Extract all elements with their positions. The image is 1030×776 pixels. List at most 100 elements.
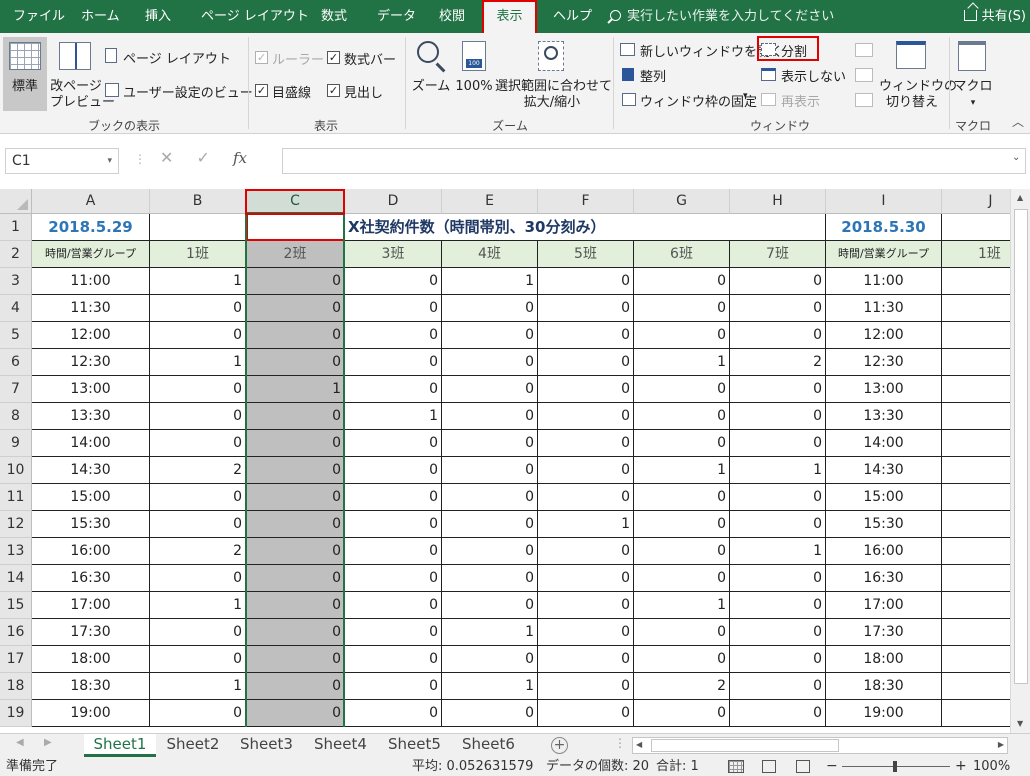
group-header-cell[interactable]: 6班 — [634, 241, 730, 268]
value-cell[interactable]: 0 — [345, 565, 442, 592]
value-cell[interactable]: 0 — [150, 403, 246, 430]
row-header[interactable]: 1 — [0, 214, 32, 241]
value-cell[interactable]: 0 — [345, 268, 442, 295]
row-header[interactable]: 19 — [0, 700, 32, 727]
value-cell[interactable]: 1 — [634, 457, 730, 484]
value-cell[interactable]: 1 — [442, 673, 538, 700]
value-cell[interactable]: 0 — [442, 511, 538, 538]
tab-view[interactable]: 表示 — [482, 0, 537, 33]
value-cell[interactable]: 0 — [246, 430, 345, 457]
value-cell[interactable]: 0 — [150, 565, 246, 592]
tab-insert[interactable]: 挿入 — [145, 0, 171, 33]
gridlines-checkbox[interactable]: ✓ — [255, 84, 268, 97]
page-break-preview-button[interactable]: 改ページ プレビュー — [50, 37, 115, 111]
time-cell[interactable]: 12:30 — [32, 349, 150, 376]
value-cell[interactable]: 0 — [442, 700, 538, 727]
freeze-panes-button[interactable]: ウィンドウ枠の固定 ▾ — [620, 91, 757, 110]
headings-checkbox[interactable]: ✓ — [327, 84, 340, 97]
tab-formulas[interactable]: 数式 — [321, 0, 347, 33]
value-cell[interactable]: 0 — [538, 646, 634, 673]
value-cell[interactable]: 0 — [345, 592, 442, 619]
value-cell[interactable]: 1 — [150, 268, 246, 295]
tab-data[interactable]: データ — [377, 0, 416, 33]
row-header[interactable]: 12 — [0, 511, 32, 538]
new-window-button[interactable]: 新しいウィンドウを開く — [620, 41, 783, 60]
group-header-cell[interactable]: 1班 — [942, 241, 1010, 268]
tab-review[interactable]: 校閲 — [439, 0, 465, 33]
value-cell[interactable] — [942, 349, 1010, 376]
date-cell[interactable]: 2018.5.30 — [826, 214, 942, 241]
value-cell[interactable] — [942, 565, 1010, 592]
zoom-in-icon[interactable]: + — [955, 757, 967, 776]
group-header-cell[interactable]: 1班 — [150, 241, 246, 268]
value-cell[interactable] — [942, 646, 1010, 673]
time-cell[interactable]: 15:30 — [826, 511, 942, 538]
name-box-dropdown-icon[interactable]: ▾ — [107, 149, 112, 173]
time-cell[interactable]: 12:00 — [32, 322, 150, 349]
value-cell[interactable]: 0 — [634, 619, 730, 646]
time-cell[interactable]: 16:30 — [826, 565, 942, 592]
value-cell[interactable] — [942, 295, 1010, 322]
time-cell[interactable]: 14:00 — [826, 430, 942, 457]
value-cell[interactable]: 0 — [730, 565, 826, 592]
header-time-cell[interactable]: 時間/営業グループ — [826, 241, 942, 268]
value-cell[interactable]: 0 — [345, 322, 442, 349]
formula-input[interactable] — [282, 148, 1026, 174]
value-cell[interactable]: 0 — [246, 619, 345, 646]
value-cell[interactable]: 1 — [634, 349, 730, 376]
value-cell[interactable]: 0 — [246, 484, 345, 511]
row-header[interactable]: 4 — [0, 295, 32, 322]
time-cell[interactable]: 17:00 — [826, 592, 942, 619]
value-cell[interactable] — [942, 619, 1010, 646]
value-cell[interactable]: 0 — [345, 619, 442, 646]
time-cell[interactable]: 11:30 — [32, 295, 150, 322]
sheet-tab-sheet6[interactable]: Sheet6 — [453, 734, 524, 757]
time-cell[interactable]: 13:00 — [32, 376, 150, 403]
value-cell[interactable]: 0 — [730, 511, 826, 538]
time-cell[interactable]: 19:00 — [826, 700, 942, 727]
time-cell[interactable]: 18:00 — [32, 646, 150, 673]
value-cell[interactable]: 0 — [246, 268, 345, 295]
value-cell[interactable]: 0 — [634, 295, 730, 322]
time-cell[interactable]: 17:30 — [826, 619, 942, 646]
row-header[interactable]: 13 — [0, 538, 32, 565]
cell[interactable] — [150, 214, 246, 241]
value-cell[interactable]: 0 — [538, 349, 634, 376]
column-header-b[interactable]: B — [150, 189, 246, 214]
value-cell[interactable]: 0 — [246, 403, 345, 430]
scroll-up-icon[interactable]: ▲ — [1017, 193, 1023, 202]
collapse-ribbon-icon[interactable]: ︿ — [1012, 113, 1024, 130]
vertical-scrollbar[interactable]: ▲ ▼ — [1010, 189, 1030, 733]
horizontal-scroll-thumb[interactable] — [651, 739, 839, 752]
value-cell[interactable] — [942, 592, 1010, 619]
value-cell[interactable]: 0 — [345, 673, 442, 700]
value-cell[interactable]: 0 — [634, 322, 730, 349]
time-cell[interactable]: 15:00 — [826, 484, 942, 511]
value-cell[interactable]: 0 — [150, 511, 246, 538]
row-header[interactable]: 5 — [0, 322, 32, 349]
time-cell[interactable]: 14:00 — [32, 430, 150, 457]
value-cell[interactable]: 0 — [345, 646, 442, 673]
time-cell[interactable]: 15:00 — [32, 484, 150, 511]
time-cell[interactable]: 13:00 — [826, 376, 942, 403]
value-cell[interactable]: 0 — [634, 268, 730, 295]
value-cell[interactable]: 0 — [150, 376, 246, 403]
normal-view-status-icon[interactable] — [728, 760, 744, 773]
value-cell[interactable]: 0 — [442, 349, 538, 376]
time-cell[interactable]: 16:30 — [32, 565, 150, 592]
value-cell[interactable] — [942, 457, 1010, 484]
value-cell[interactable]: 0 — [442, 484, 538, 511]
sheet-tab-sheet4[interactable]: Sheet4 — [305, 734, 376, 757]
value-cell[interactable]: 1 — [345, 403, 442, 430]
value-cell[interactable]: 0 — [246, 511, 345, 538]
tab-home[interactable]: ホーム — [81, 0, 120, 33]
tab-help[interactable]: ヘルプ — [553, 0, 592, 33]
value-cell[interactable]: 0 — [730, 322, 826, 349]
value-cell[interactable]: 2 — [634, 673, 730, 700]
value-cell[interactable]: 2 — [150, 538, 246, 565]
value-cell[interactable] — [942, 511, 1010, 538]
hide-window-button[interactable]: 表示しない — [761, 66, 846, 85]
column-header-j[interactable]: J — [942, 189, 1010, 214]
value-cell[interactable]: 2 — [150, 457, 246, 484]
value-cell[interactable]: 0 — [150, 619, 246, 646]
